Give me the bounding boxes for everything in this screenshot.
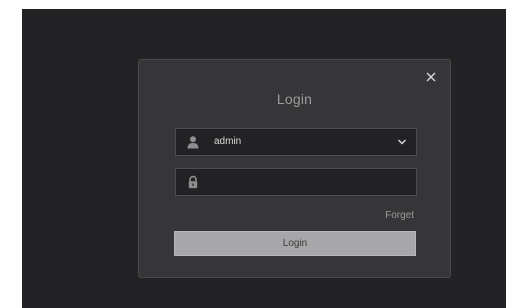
forget-link[interactable]: Forget: [385, 210, 414, 221]
password-input[interactable]: [210, 172, 414, 194]
user-icon: [186, 135, 200, 149]
lock-icon: [186, 175, 200, 189]
chevron-down-icon[interactable]: [397, 138, 407, 146]
login-dialog: Login admin Forget Login: [138, 59, 451, 278]
username-value: admin: [214, 136, 242, 147]
password-field[interactable]: [175, 168, 417, 196]
login-button[interactable]: Login: [174, 231, 416, 256]
close-icon: [426, 72, 436, 82]
dialog-title: Login: [276, 91, 313, 107]
username-select[interactable]: admin: [175, 128, 417, 156]
screen-background: Login admin Forget Login: [22, 9, 506, 308]
close-button[interactable]: [424, 70, 438, 84]
